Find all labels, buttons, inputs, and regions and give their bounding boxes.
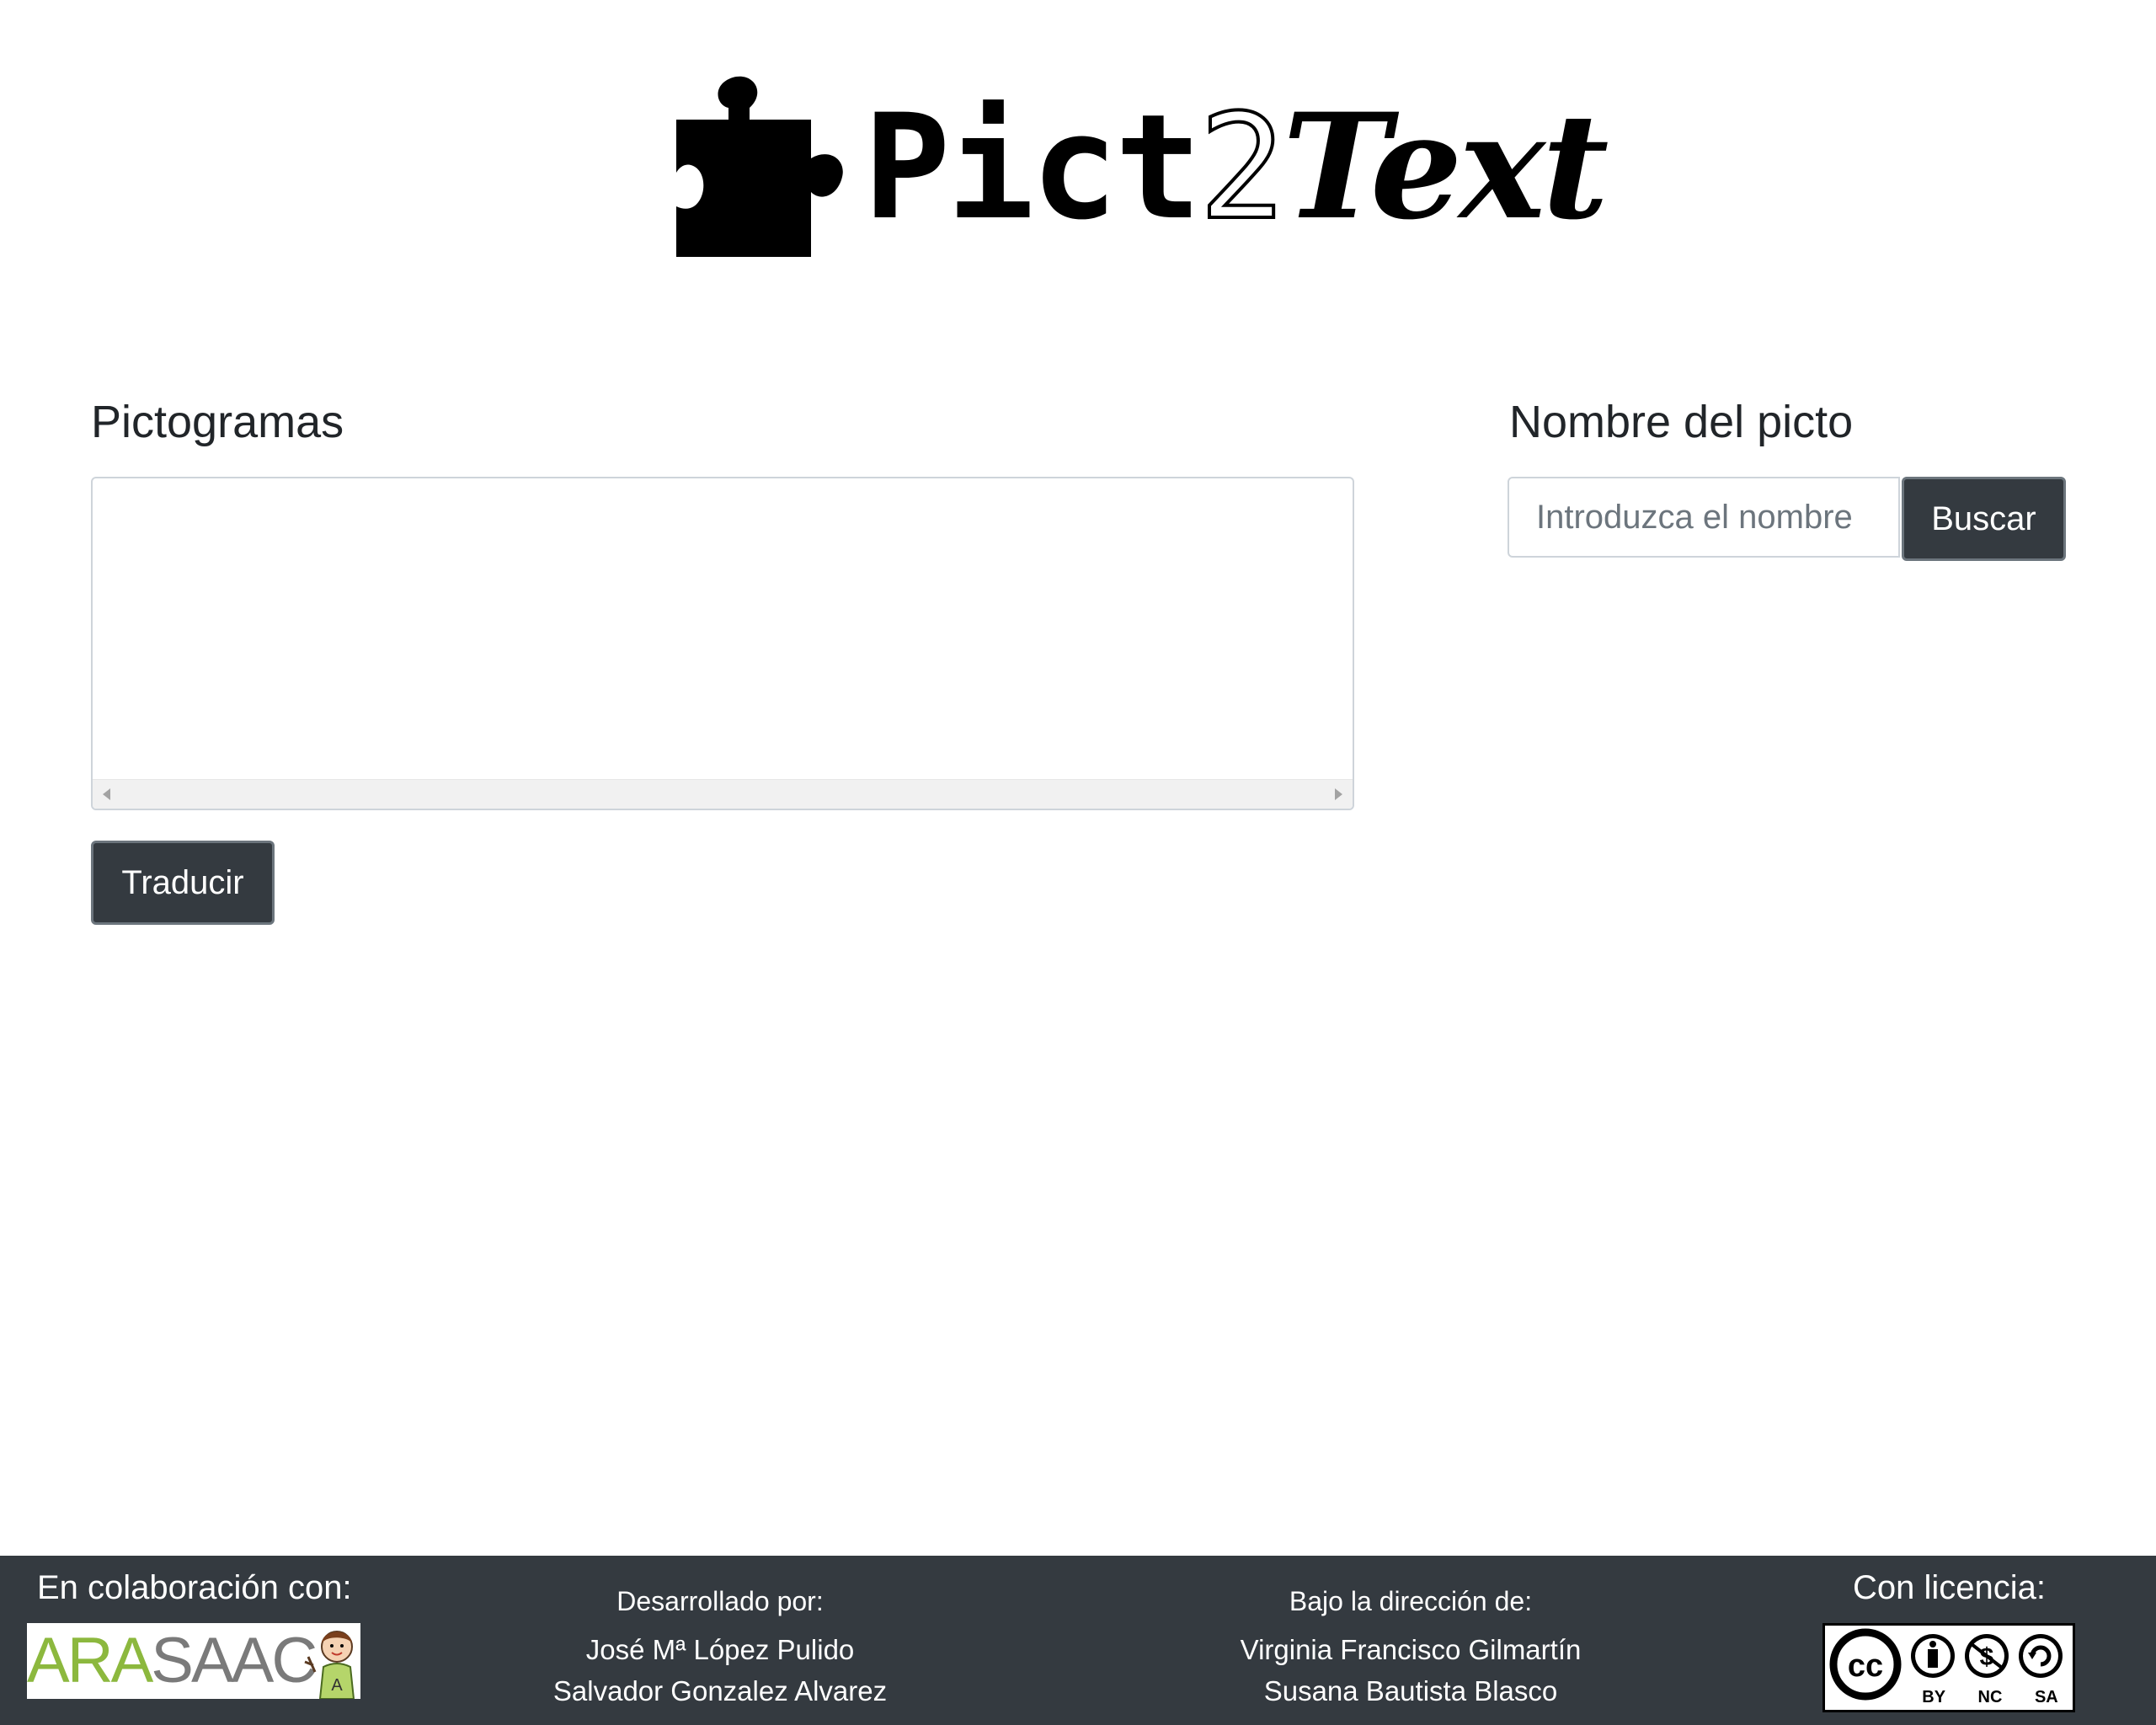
sharealike-icon [2019, 1634, 2063, 1678]
cc-labels: BY NC SA [1906, 1688, 2074, 1708]
scroll-left-arrow-icon[interactable] [103, 788, 110, 800]
search-button[interactable]: Buscar [1902, 477, 2066, 561]
waving-child-icon: A [304, 1631, 355, 1699]
director-name: Virginia Francisco Gilmartín [1240, 1634, 1582, 1665]
license-title: Con licencia: [1853, 1569, 2047, 1606]
cc-icon: cc [1829, 1628, 1902, 1701]
pict2text-logo: Pict2Text [670, 67, 1609, 265]
arasaac-logo-ara: ARA [27, 1625, 153, 1696]
scroll-right-arrow-icon[interactable] [1335, 788, 1342, 800]
horizontal-scrollbar[interactable] [93, 779, 1353, 809]
directors-title: Bajo la dirección de: [1289, 1586, 1533, 1616]
developers-title: Desarrollado por: [616, 1586, 824, 1616]
arasaac-logo[interactable]: ARASAAC A [27, 1623, 360, 1699]
director-name: Susana Bautista Blasco [1263, 1675, 1558, 1706]
svg-text:cc: cc [1848, 1648, 1883, 1684]
pictogramas-heading: Pictogramas [91, 397, 344, 447]
picto-name-input[interactable] [1508, 477, 1900, 558]
svg-text:A: A [331, 1676, 343, 1695]
cc-label-sa: SA [2034, 1688, 2058, 1706]
footer: En colaboración con: ARASAAC A Desarroll… [0, 1556, 2156, 1725]
cc-label-nc: NC [1977, 1688, 2003, 1706]
translate-button[interactable]: Traducir [91, 841, 275, 925]
pictogram-sequence-area[interactable] [91, 477, 1354, 810]
noncommercial-icon: $ [1965, 1634, 2009, 1678]
puzzle-piece-icon [676, 76, 843, 258]
collab-title: En colaboración con: [37, 1569, 352, 1606]
nombre-picto-heading: Nombre del picto [1509, 397, 1854, 447]
arasaac-logo-saac: SAAC [151, 1625, 318, 1696]
developers-section: Desarrollado por: José Mª López Pulido S… [539, 1581, 901, 1712]
developer-name: Salvador Gonzalez Alvarez [552, 1675, 888, 1706]
directors-section: Bajo la dirección de: Virginia Francisco… [1213, 1581, 1609, 1712]
logo-text: Pict2Text [863, 81, 1609, 254]
developer-name: José Mª López Pulido [585, 1634, 855, 1665]
attribution-icon [1911, 1634, 1955, 1678]
cc-license-badge[interactable]: cc $ BY NC SA [1822, 1623, 2075, 1712]
cc-label-by: BY [1922, 1688, 1946, 1706]
